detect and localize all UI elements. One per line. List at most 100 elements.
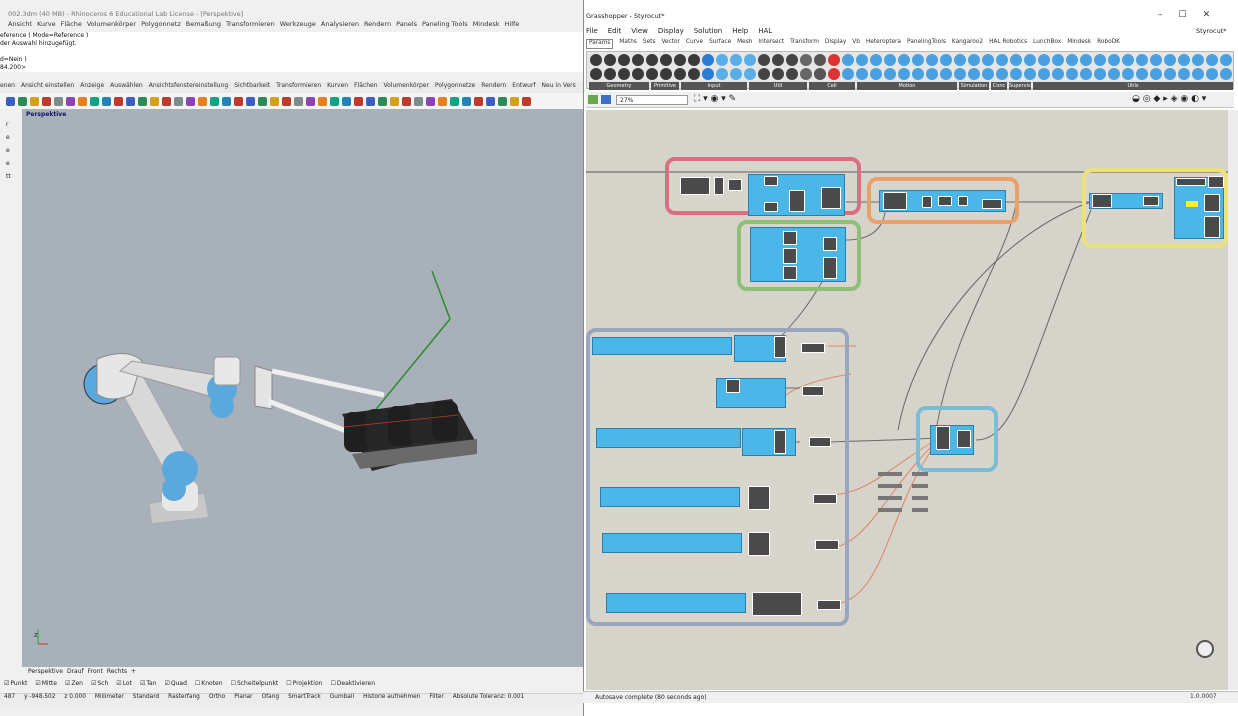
gh-menu-item[interactable]: Edit	[608, 27, 622, 35]
zoom-extents-icon[interactable]: ⛶ ▾ ◉ ▾ ✎	[694, 94, 736, 104]
checkbox-icon[interactable]: ☑	[140, 680, 145, 687]
gh-canvas[interactable]	[586, 110, 1228, 690]
toolbar-icon[interactable]	[18, 96, 27, 106]
component-icon[interactable]	[1024, 54, 1036, 66]
component[interactable]	[600, 487, 740, 507]
gh-menu-item[interactable]: Solution	[694, 27, 723, 35]
component-icon[interactable]	[870, 54, 882, 66]
toolbar-icon[interactable]	[258, 96, 267, 106]
component-icon[interactable]	[646, 68, 658, 80]
save-icon[interactable]	[601, 95, 611, 104]
checkbox-icon[interactable]: ☐	[286, 680, 291, 687]
toolbar-icon[interactable]	[318, 96, 327, 106]
toolbar-icon[interactable]	[270, 96, 279, 106]
checkbox-icon[interactable]: ☐	[231, 680, 236, 687]
component-icon[interactable]	[618, 54, 630, 66]
gh-tab[interactable]: LunchBox	[1033, 39, 1061, 49]
toolbar-icon[interactable]	[126, 96, 135, 106]
component-icon[interactable]	[772, 54, 784, 66]
rhino-viewport[interactable]: z	[22, 109, 583, 667]
gh-tab[interactable]: Maths	[619, 39, 637, 49]
rhino-toolbar-tab[interactable]: Auswählen	[110, 82, 143, 89]
component-icon[interactable]	[716, 68, 728, 80]
component-icon[interactable]	[1038, 54, 1050, 66]
status-item[interactable]: y -948.502	[24, 694, 55, 700]
maximize-button[interactable]: ☐	[1179, 10, 1187, 20]
component-icon[interactable]	[604, 68, 616, 80]
component-icon[interactable]	[1066, 68, 1078, 80]
component-icon[interactable]	[1108, 68, 1120, 80]
rhino-toolbar-tab[interactable]: Anzeige	[80, 82, 104, 89]
component-icon[interactable]	[996, 54, 1008, 66]
rhino-toolbar-tab[interactable]: Neu in Vers	[542, 82, 576, 89]
component-icon[interactable]	[772, 68, 784, 80]
checkbox-icon[interactable]: ☐	[330, 680, 335, 687]
component-icon[interactable]	[800, 54, 812, 66]
group-blue[interactable]	[586, 328, 849, 626]
checkbox-icon[interactable]: ☑	[91, 680, 96, 687]
toolbar-icon[interactable]	[426, 96, 435, 106]
rhino-menu-item[interactable]: Ansicht	[8, 20, 32, 28]
toolbar-icon[interactable]	[174, 96, 183, 106]
minimize-button[interactable]: –	[1158, 10, 1163, 20]
rhino-menu-item[interactable]: Polygonnetz	[141, 20, 181, 28]
rhino-toolbar-tab[interactable]: enen	[0, 82, 15, 89]
component-icon[interactable]	[758, 68, 770, 80]
rhino-menu-item[interactable]: Transformieren	[226, 20, 275, 28]
status-item[interactable]: Filter	[429, 694, 443, 700]
component-icon[interactable]	[730, 68, 742, 80]
component-icon[interactable]	[1038, 68, 1050, 80]
osnap-checkbox[interactable]: ☑Tan	[140, 680, 161, 687]
component-icon[interactable]	[996, 68, 1008, 80]
toolbar-icon[interactable]	[354, 96, 363, 106]
status-item[interactable]: z 0.000	[64, 694, 85, 700]
component-icon[interactable]	[1066, 54, 1078, 66]
checkbox-icon[interactable]: ☑	[65, 680, 70, 687]
status-item[interactable]: Standard	[133, 694, 159, 700]
toolbar-icon[interactable]	[282, 96, 291, 106]
viewport-tab[interactable]: Drauf	[67, 668, 84, 675]
component-icon[interactable]	[954, 68, 966, 80]
toolbar-icon[interactable]	[198, 96, 207, 106]
left-tool-label[interactable]: e	[0, 147, 22, 159]
component-icon[interactable]	[1220, 68, 1232, 80]
rhino-toolbar-tab[interactable]: Flächen	[354, 82, 377, 89]
toolbar-icon[interactable]	[30, 96, 39, 106]
status-item[interactable]: Absolute Toleranz: 0.001	[453, 694, 525, 700]
toolbar-icon[interactable]	[462, 96, 471, 106]
toolbar-icon[interactable]	[42, 96, 51, 106]
component-icon[interactable]	[1164, 68, 1176, 80]
osnap-checkbox[interactable]: ☐Scheitelpunkt	[231, 680, 283, 687]
component-icon[interactable]	[1052, 68, 1064, 80]
component-icon[interactable]	[1206, 54, 1218, 66]
osnap-checkbox[interactable]: ☐Projektion	[286, 680, 326, 687]
component-icon[interactable]	[716, 54, 728, 66]
component-icon[interactable]	[688, 68, 700, 80]
component-icon[interactable]	[1052, 54, 1064, 66]
component-icon[interactable]	[1122, 68, 1134, 80]
toolbar-icon[interactable]	[330, 96, 339, 106]
toolbar-icon[interactable]	[90, 96, 99, 106]
toolbar-icon[interactable]	[474, 96, 483, 106]
component-group-label[interactable]: Conc	[991, 82, 1007, 90]
toolbar-icon[interactable]	[450, 96, 459, 106]
component-icon[interactable]	[1080, 54, 1092, 66]
component-group-label[interactable]: Input	[681, 82, 747, 90]
status-item[interactable]: Planar	[234, 694, 252, 700]
left-tool-label[interactable]: e	[0, 160, 22, 172]
component-icon[interactable]	[1010, 68, 1022, 80]
toolbar-icon[interactable]	[498, 96, 507, 106]
toolbar-icon[interactable]	[414, 96, 423, 106]
rhino-toolbar-tab[interactable]: Rendern	[481, 82, 506, 89]
status-item[interactable]: Rasterfang	[168, 694, 200, 700]
component-icon[interactable]	[912, 54, 924, 66]
toolbar-icon[interactable]	[66, 96, 75, 106]
toolbar-icon[interactable]	[114, 96, 123, 106]
viewport-title[interactable]: Perspektive	[26, 111, 66, 118]
osnap-checkbox[interactable]: ☑Lot	[116, 680, 136, 687]
navigation-wheel-icon[interactable]	[1196, 640, 1214, 658]
component[interactable]	[742, 428, 796, 456]
component-icon[interactable]	[1024, 68, 1036, 80]
osnap-checkbox[interactable]: ☑Zen	[65, 680, 87, 687]
component-icon[interactable]	[1164, 54, 1176, 66]
